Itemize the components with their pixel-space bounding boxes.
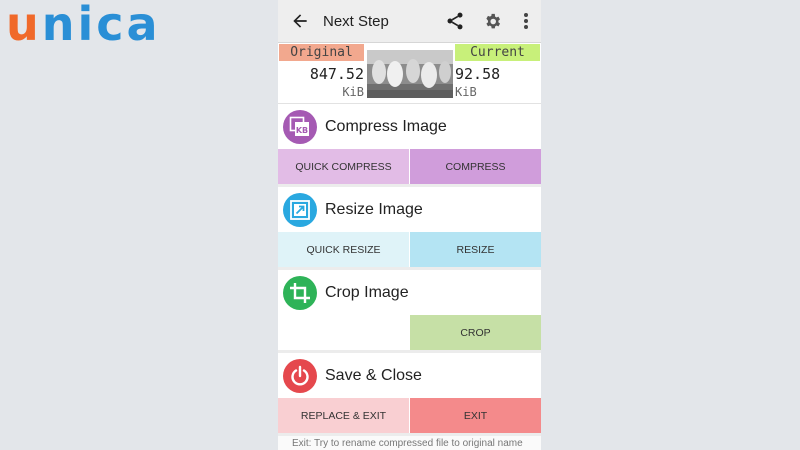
- compress-button[interactable]: COMPRESS: [410, 149, 541, 184]
- empty-slot: [278, 315, 409, 350]
- compress-section: KB Compress Image QUICK COMPRESS COMPRES…: [278, 104, 541, 184]
- app-bar: Next Step: [278, 0, 541, 43]
- quick-resize-button[interactable]: QUICK RESIZE: [278, 232, 409, 267]
- original-size-value: 847.52: [309, 65, 364, 83]
- current-label: Current: [455, 44, 540, 61]
- current-size-value: 92.58: [455, 65, 501, 83]
- resize-button[interactable]: RESIZE: [410, 232, 541, 267]
- logo-letter-u: u: [6, 0, 42, 51]
- resize-title: Resize Image: [325, 200, 423, 218]
- resize-section: Resize Image QUICK RESIZE RESIZE: [278, 187, 541, 267]
- kb-compress-icon: KB: [283, 109, 317, 144]
- original-size-unit: KiB: [342, 85, 364, 99]
- current-size-unit: KiB: [455, 85, 477, 99]
- save-close-title: Save & Close: [325, 366, 422, 384]
- quick-compress-button[interactable]: QUICK COMPRESS: [278, 149, 409, 184]
- share-icon[interactable]: [445, 11, 465, 31]
- original-label: Original: [279, 44, 364, 61]
- image-thumbnail: [367, 50, 453, 98]
- phone-screen: Next Step Original 847.52 KiB Current 92…: [278, 0, 541, 450]
- compress-title: Compress Image: [325, 117, 447, 135]
- more-vert-icon[interactable]: [519, 11, 533, 31]
- divider: [278, 433, 541, 436]
- crop-button[interactable]: CROP: [410, 315, 541, 350]
- crop-section: Crop Image CROP: [278, 270, 541, 350]
- footer-note: Exit: Try to rename compressed file to o…: [292, 438, 523, 449]
- logo-letters-rest: nica: [41, 0, 161, 51]
- page-title: Next Step: [323, 12, 389, 30]
- exit-button[interactable]: EXIT: [410, 398, 541, 433]
- unica-logo: unica: [6, 0, 161, 48]
- crop-icon: [283, 275, 317, 310]
- save-close-section: Save & Close REPLACE & EXIT EXIT: [278, 353, 541, 433]
- replace-exit-button[interactable]: REPLACE & EXIT: [278, 398, 409, 433]
- power-icon: [283, 358, 317, 393]
- back-arrow-icon[interactable]: [290, 11, 310, 31]
- crop-title: Crop Image: [325, 283, 409, 301]
- gear-icon[interactable]: [482, 11, 502, 31]
- size-comparison: Original 847.52 KiB Current 92.58 KiB: [278, 43, 541, 104]
- svg-text:KB: KB: [296, 126, 308, 135]
- resize-icon: [283, 192, 317, 227]
